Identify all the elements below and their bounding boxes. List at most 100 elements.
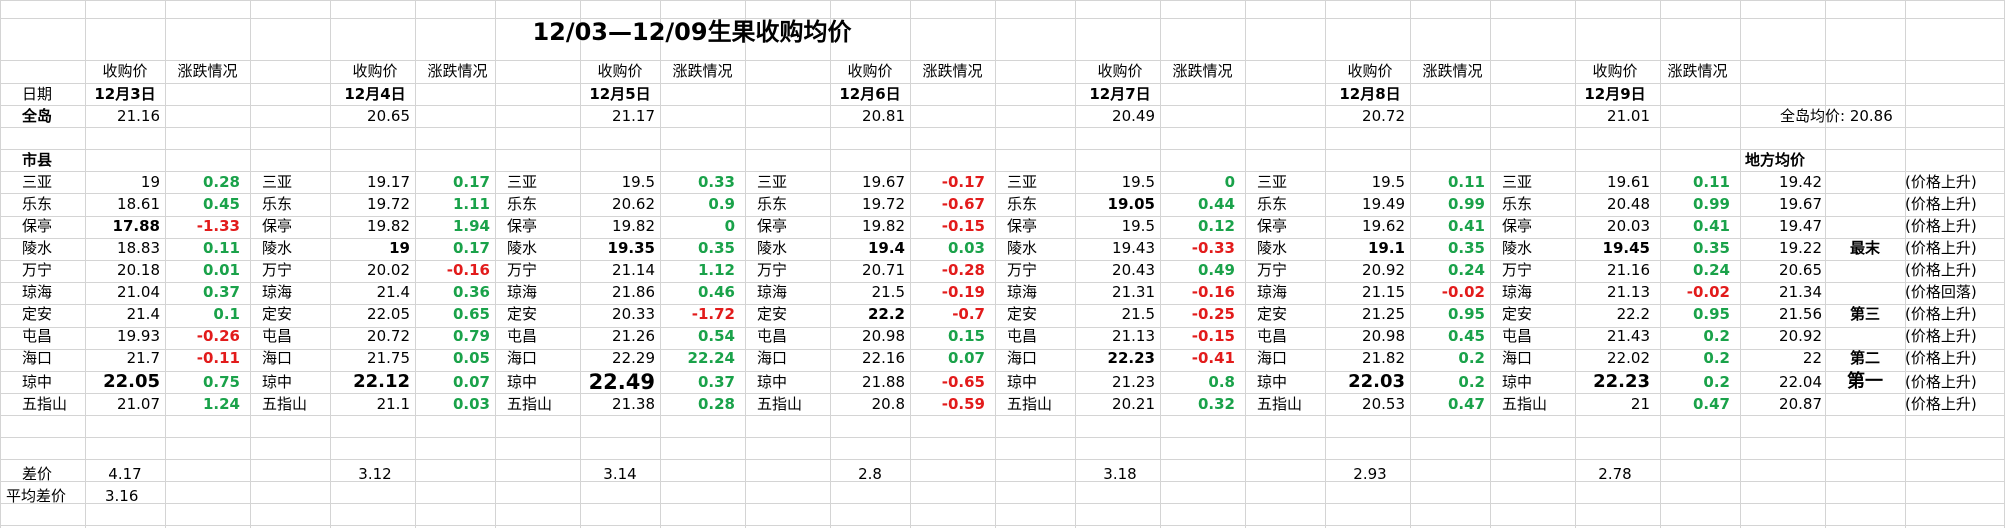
price-cell: 19.62 (1362, 217, 1405, 235)
change-cell: 0.99 (1692, 195, 1730, 213)
local-avg-value: 22 (1802, 349, 1822, 367)
change-cell: -0.59 (941, 395, 985, 413)
price-cell: 22.23 (1593, 371, 1650, 392)
gridline-horizontal (0, 18, 2005, 19)
gridline-vertical (745, 0, 746, 528)
price-cell: 19 (140, 173, 160, 191)
local-avg-value: 20.65 (1779, 261, 1822, 279)
city-name: 三亚 (507, 173, 538, 191)
city-name: 琼中 (262, 373, 293, 391)
price-cell: 19.61 (1607, 173, 1650, 191)
gridline-horizontal (0, 437, 2005, 438)
change-cell: -0.02 (1441, 283, 1485, 301)
city-name: 定安 (507, 305, 538, 323)
city-name: 万宁 (757, 261, 788, 279)
price-cell: 21 (1630, 395, 1650, 413)
gridline-horizontal (0, 415, 2005, 416)
change-cell: 0.32 (1197, 395, 1235, 413)
change-cell: -0.65 (941, 373, 985, 391)
price-cell: 19.5 (1371, 173, 1405, 191)
price-cell: 19.4 (867, 239, 905, 257)
price-cell: 19.5 (621, 173, 655, 191)
city-name: 三亚 (1257, 173, 1288, 191)
gridline-horizontal (0, 503, 2005, 504)
rank-label: 最末 (1849, 239, 1880, 257)
city-name: 定安 (1257, 305, 1288, 323)
change-cell: 0.17 (452, 173, 490, 191)
price-cell: 21.38 (612, 395, 655, 413)
city-name: 五指山 (1257, 395, 1303, 413)
price-trend: (价格上升) (1905, 239, 1977, 257)
date-label: 12月3日 (94, 85, 156, 103)
date-label: 12月8日 (1339, 85, 1401, 103)
gridline-horizontal (0, 149, 2005, 150)
price-cell: 19.45 (1602, 239, 1650, 257)
price-cell: 21.26 (612, 327, 655, 345)
price-cell: 19.82 (862, 217, 905, 235)
change-cell: -0.41 (1191, 349, 1235, 367)
spread-value: 3.14 (603, 465, 637, 483)
price-trend: (价格上升) (1905, 173, 1977, 191)
price-cell: 20.72 (367, 327, 410, 345)
change-cell: 0.2 (1458, 349, 1485, 367)
change-cell: 0.47 (1447, 395, 1485, 413)
change-cell: -0.16 (446, 261, 490, 279)
local-avg-value: 20.87 (1779, 395, 1822, 413)
price-header: 收购价 (597, 62, 643, 80)
price-cell: 20.02 (367, 261, 410, 279)
city-name: 陵水 (507, 239, 538, 257)
change-cell: 0.12 (1197, 217, 1235, 235)
island-price: 20.49 (1112, 107, 1155, 125)
city-name: 琼中 (1257, 373, 1288, 391)
price-cell: 19.72 (862, 195, 905, 213)
city-name: 保亭 (22, 217, 53, 235)
local-avg-value: 20.92 (1779, 327, 1822, 345)
change-cell: 0.1 (213, 305, 240, 323)
city-name: 陵水 (22, 239, 53, 257)
price-trend: (价格回落) (1905, 283, 1977, 301)
gridline-horizontal (0, 459, 2005, 460)
island-price: 20.72 (1362, 107, 1405, 125)
price-header: 收购价 (1347, 62, 1393, 80)
price-cell: 21.31 (1112, 283, 1155, 301)
change-cell: 0.28 (697, 395, 735, 413)
change-cell: 0.03 (947, 239, 985, 257)
gridline-horizontal (0, 481, 2005, 482)
local-avg-value: 19.47 (1779, 217, 1822, 235)
change-cell: -0.16 (1191, 283, 1235, 301)
change-cell: 0.28 (202, 173, 240, 191)
change-header: 涨跌情况 (922, 62, 983, 80)
gridline-vertical (995, 0, 996, 528)
change-cell: 0.45 (202, 195, 240, 213)
price-cell: 21.75 (367, 349, 410, 367)
spread-value: 2.8 (858, 465, 882, 483)
price-cell: 20.71 (862, 261, 905, 279)
change-cell: -0.11 (196, 349, 240, 367)
change-cell: -0.25 (1191, 305, 1235, 323)
change-cell: 0.54 (697, 327, 735, 345)
change-cell: 0.2 (1703, 327, 1730, 345)
city-name: 琼中 (507, 373, 538, 391)
change-cell: 0.03 (452, 395, 490, 413)
city-name: 琼海 (22, 283, 53, 301)
change-cell: 0.2 (1703, 373, 1730, 391)
change-cell: -0.33 (1191, 239, 1235, 257)
label-date: 日期 (22, 85, 53, 103)
city-name: 三亚 (757, 173, 788, 191)
price-cell: 20.98 (1362, 327, 1405, 345)
sheet-title: 12/03—12/09生果收购均价 (532, 18, 852, 46)
price-cell: 21.86 (612, 283, 655, 301)
city-name: 万宁 (1257, 261, 1288, 279)
change-cell: 0.37 (202, 283, 240, 301)
city-name: 琼海 (507, 283, 538, 301)
price-cell: 21.13 (1607, 283, 1650, 301)
price-cell: 22.02 (1607, 349, 1650, 367)
change-cell: 0.2 (1703, 349, 1730, 367)
gridline-horizontal (0, 0, 2005, 1)
city-name: 三亚 (262, 173, 293, 191)
label-spread: 差价 (22, 465, 53, 483)
change-cell: 0.8 (1208, 373, 1235, 391)
change-cell: 0.9 (708, 195, 735, 213)
change-cell: 0.37 (697, 373, 735, 391)
city-name: 万宁 (1007, 261, 1038, 279)
